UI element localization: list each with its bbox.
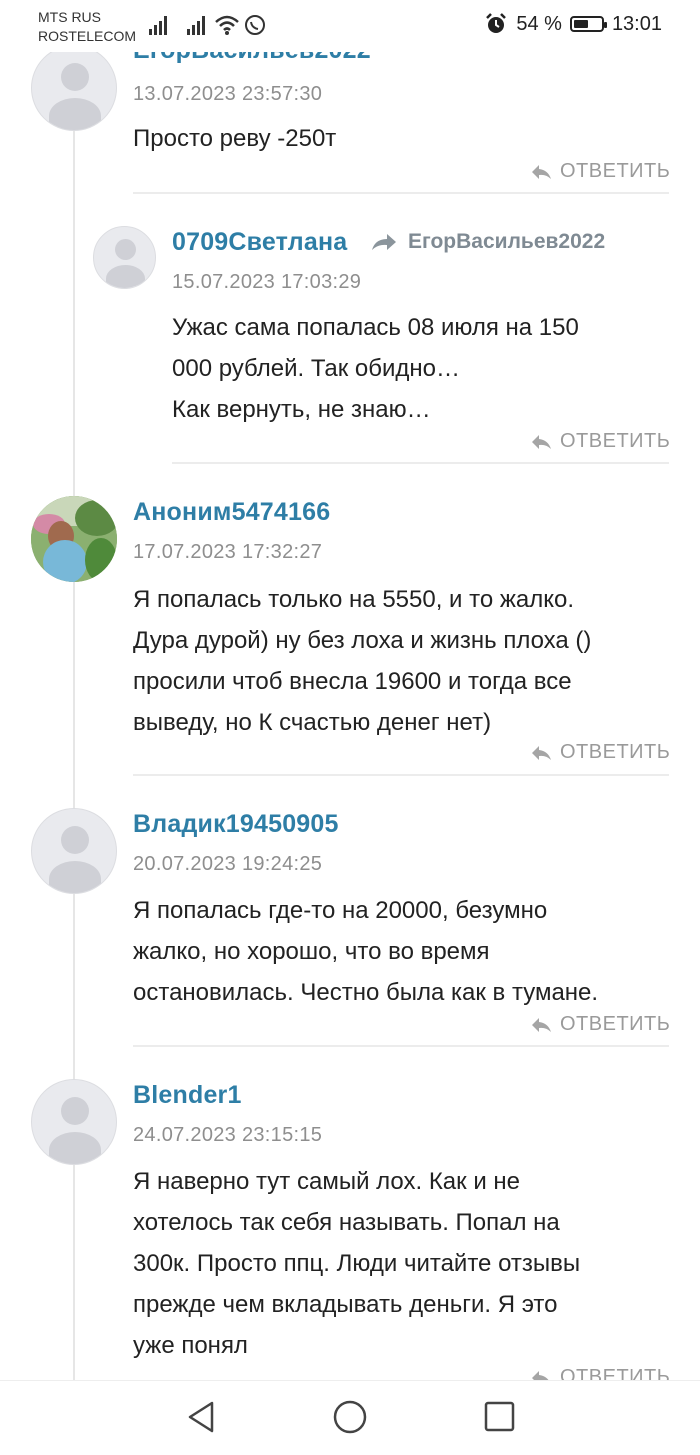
comment-author[interactable]: Blender1 xyxy=(133,1081,242,1110)
comment-author[interactable]: Аноним5474166 xyxy=(133,498,330,527)
avatar xyxy=(31,808,117,894)
avatar xyxy=(93,226,156,289)
clock: 13:01 xyxy=(611,12,662,35)
forward-arrow-icon xyxy=(372,234,396,250)
reply-to[interactable]: ЕгорВасильев2022 xyxy=(370,230,605,254)
comment-text: Я наверно тут самый лох. Как и не хотело… xyxy=(133,1168,581,1359)
reply-button[interactable]: ОТВЕТИТЬ xyxy=(530,741,670,764)
comment-author[interactable]: Владик19450905 xyxy=(133,810,339,839)
comment-date: 15.07.2023 17:03:29 xyxy=(172,271,362,293)
divider xyxy=(133,192,669,194)
comment-date: 17.07.2023 17:32:27 xyxy=(133,541,323,563)
user-photo xyxy=(31,496,117,582)
comment-text: Ужас сама попалась 08 июля на 150 000 ру… xyxy=(172,314,579,423)
reply-arrow-icon xyxy=(532,1017,551,1032)
comment-author[interactable]: 0709Светлана xyxy=(172,228,347,257)
reply-arrow-icon xyxy=(532,164,551,179)
reply-button[interactable]: ОТВЕТИТЬ xyxy=(530,430,670,453)
whatsapp-icon xyxy=(245,15,265,35)
reply-arrow-icon xyxy=(532,434,551,449)
system-nav-bar xyxy=(0,1380,700,1455)
status-right: 54 % 13:01 xyxy=(484,12,662,36)
alarm-icon xyxy=(486,13,507,33)
reply-arrow-icon xyxy=(532,745,551,760)
avatar xyxy=(31,45,117,131)
recents-square-icon[interactable] xyxy=(482,1399,516,1435)
comment-text: Я попалась только на 5550, и то жалко. Д… xyxy=(133,586,592,736)
avatar xyxy=(31,1079,117,1165)
wifi-icon xyxy=(215,15,239,35)
comment-date: 13.07.2023 23:57:30 xyxy=(133,83,323,105)
comment-date: 20.07.2023 19:24:25 xyxy=(133,853,323,875)
status-bar: MTS RUS ROSTELECOM 54 % 13:01 xyxy=(0,0,700,52)
comment-text: Я попалась где-то на 20000, безумно жалк… xyxy=(133,897,599,1006)
reply-button[interactable]: ОТВЕТИТЬ xyxy=(530,1013,670,1036)
thread-line xyxy=(73,110,75,1410)
divider xyxy=(172,462,669,464)
divider xyxy=(133,774,669,776)
comment-date: 24.07.2023 23:15:15 xyxy=(133,1124,323,1146)
battery-icon xyxy=(569,16,607,32)
carrier-name: MTS RUS ROSTELECOM xyxy=(38,9,137,44)
signal-icon xyxy=(149,16,167,35)
signal-icon xyxy=(187,16,205,35)
divider xyxy=(133,1045,669,1047)
reply-button[interactable]: ОТВЕТИТЬ xyxy=(530,160,670,183)
home-circle-icon[interactable] xyxy=(332,1399,368,1435)
battery-percent: 54 % xyxy=(516,12,562,35)
back-triangle-icon[interactable] xyxy=(184,1399,218,1435)
comment-text: Просто реву -250т xyxy=(133,125,337,152)
avatar xyxy=(31,496,117,582)
